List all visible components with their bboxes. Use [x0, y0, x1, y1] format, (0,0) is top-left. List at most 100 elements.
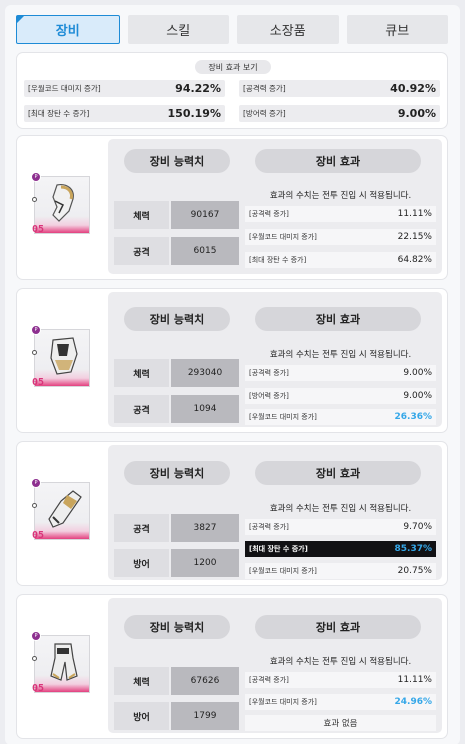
effect-value: 11.11% — [397, 209, 432, 219]
equipment-icon[interactable]: P 05 — [31, 631, 90, 694]
rarity-badge: P — [31, 325, 41, 335]
stats-title: 장비 능력치 — [124, 307, 230, 331]
stat-label: 방어 — [114, 549, 169, 577]
stat-value: 3827 — [171, 514, 239, 542]
tab-equipment[interactable]: 장비 — [16, 15, 120, 44]
rarity-badge: P — [31, 478, 41, 488]
summary-row-label: [최대 장탄 수 증가] — [28, 109, 90, 118]
stats-title: 장비 능력치 — [124, 615, 230, 639]
equipment-card: P 05 장비 능력치 장비 효과 체력 293040 공격 1094 효과의 … — [17, 289, 447, 432]
summary-row: [최대 장탄 수 증가] 150.19% — [24, 105, 225, 122]
summary-row-value: 9.00% — [397, 107, 436, 120]
effects-title: 장비 효과 — [255, 307, 421, 331]
effect-label: [방어력 증가] — [249, 392, 289, 400]
effect-label: [최대 장탄 수 증가] — [249, 256, 307, 264]
effect-label: [공격력 증가] — [249, 676, 289, 684]
effects-title: 장비 효과 — [255, 615, 421, 639]
equipment-icon[interactable]: P 05 — [31, 325, 90, 388]
effect-row: [우월코드 대미지 증가] 26.36% — [245, 409, 436, 425]
slot-dot — [32, 656, 37, 661]
summary-row-value: 40.92% — [390, 82, 436, 95]
equipment-icon[interactable]: P 05 — [31, 172, 90, 235]
stat-value: 1799 — [171, 702, 239, 730]
armor-body-icon — [50, 337, 78, 375]
equipment-effect-summary: 장비 효과 보기 [우월코드 대미지 증가] 94.22% [공격력 증가] 4… — [17, 53, 447, 128]
summary-row: [방어력 증가] 9.00% — [239, 105, 440, 122]
armor-leg-icon — [50, 643, 78, 681]
stats-title: 장비 능력치 — [124, 461, 230, 485]
effect-value: 64.82% — [397, 255, 432, 265]
equipment-card: P 05 장비 능력치 장비 효과 체력 67626 방어 1799 효과의 수… — [17, 595, 447, 738]
stat-label: 체력 — [114, 667, 169, 695]
equipment-level: 05 — [32, 377, 45, 388]
effect-row: [우월코드 대미지 증가] 22.15% — [245, 229, 436, 245]
effect-label: [공격력 증가] — [249, 210, 289, 218]
stat-label: 체력 — [114, 201, 169, 229]
effect-label: [최대 장탄 수 증가] — [249, 545, 308, 553]
effect-label: [우월코드 대미지 증가] — [249, 233, 317, 241]
summary-title[interactable]: 장비 효과 보기 — [195, 60, 271, 74]
effect-label: [공격력 증가] — [249, 369, 289, 377]
equipment-panel: 장비 능력치 장비 효과 체력 293040 공격 1094 효과의 수치는 전… — [108, 292, 442, 427]
stat-label: 방어 — [114, 702, 169, 730]
summary-row: [공격력 증가] 40.92% — [239, 80, 440, 97]
effect-value: 24.96% — [394, 697, 433, 707]
equipment-level: 05 — [32, 683, 45, 694]
equipment-panel: 장비 능력치 장비 효과 체력 67626 방어 1799 효과의 수치는 전투… — [108, 598, 442, 733]
equipment-card: P 05 장비 능력치 장비 효과 체력 90167 공격 6015 효과의 수… — [17, 136, 447, 279]
slot-dot — [32, 503, 37, 508]
tab-cube[interactable]: 큐브 — [346, 15, 448, 44]
effect-row: [우월코드 대미지 증가] 20.75% — [245, 563, 436, 579]
effects-note: 효과의 수치는 전투 진입 시 적용됩니다. — [269, 191, 412, 201]
stat-value: 1094 — [171, 395, 239, 423]
equipment-level: 05 — [32, 530, 45, 541]
stat-label: 공격 — [114, 237, 169, 265]
summary-row: [우월코드 대미지 증가] 94.22% — [24, 80, 225, 97]
stat-label: 공격 — [114, 395, 169, 423]
effect-value: 11.11% — [397, 675, 432, 685]
rarity-badge: P — [31, 631, 41, 641]
effects-title: 장비 효과 — [255, 461, 421, 485]
effect-value: 9.00% — [403, 368, 432, 378]
effects-title: 장비 효과 — [255, 149, 421, 173]
stats-title: 장비 능력치 — [124, 149, 230, 173]
equipment-card: P 05 장비 능력치 장비 효과 공격 3827 방어 1200 효과의 수치… — [17, 442, 447, 585]
effect-value: 85.37% — [394, 544, 433, 554]
effect-label: [우월코드 대미지 증가] — [249, 413, 317, 421]
effect-label: [우월코드 대미지 증가] — [249, 698, 317, 706]
stat-label: 공격 — [114, 514, 169, 542]
tab-bar: 장비 스킬 소장품 큐브 — [16, 15, 448, 44]
summary-row-value: 94.22% — [175, 82, 221, 95]
effect-row: [방어력 증가] 9.00% — [245, 388, 436, 404]
effect-value: 9.00% — [403, 391, 432, 401]
stat-value: 1200 — [171, 549, 239, 577]
stat-value: 90167 — [171, 201, 239, 229]
effect-row: [공격력 증가] 9.70% — [245, 519, 436, 535]
tab-skill[interactable]: 스킬 — [127, 15, 229, 44]
tab-collection[interactable]: 소장품 — [237, 15, 339, 44]
stat-value: 293040 — [171, 359, 239, 387]
stat-value: 67626 — [171, 667, 239, 695]
effects-note: 효과의 수치는 전투 진입 시 적용됩니다. — [269, 350, 412, 360]
summary-row-label: [공격력 증가] — [243, 84, 286, 93]
effect-value: 20.75% — [397, 566, 432, 576]
equipment-level: 05 — [32, 224, 45, 235]
stat-value: 6015 — [171, 237, 239, 265]
effect-row: [우월코드 대미지 증가] 24.96% — [245, 694, 436, 710]
armor-head-icon — [52, 184, 74, 222]
rarity-badge: P — [31, 172, 41, 182]
effect-row-highlighted: [최대 장탄 수 증가] 85.37% — [245, 541, 436, 557]
effect-row: [공격력 증가] 9.00% — [245, 365, 436, 381]
summary-row-value: 150.19% — [167, 107, 221, 120]
effect-label: 효과 없음 — [323, 719, 358, 729]
effect-value: 26.36% — [394, 412, 433, 422]
slot-dot — [32, 197, 37, 202]
stat-label: 체력 — [114, 359, 169, 387]
effect-row: [공격력 증가] 11.11% — [245, 672, 436, 688]
summary-row-label: [우월코드 대미지 증가] — [28, 84, 101, 93]
effect-value: 22.15% — [397, 232, 432, 242]
effect-label: [공격력 증가] — [249, 523, 289, 531]
effects-note: 효과의 수치는 전투 진입 시 적용됩니다. — [269, 657, 412, 667]
equipment-panel: 장비 능력치 장비 효과 체력 90167 공격 6015 효과의 수치는 전투… — [108, 139, 442, 274]
equipment-icon[interactable]: P 05 — [31, 478, 90, 541]
